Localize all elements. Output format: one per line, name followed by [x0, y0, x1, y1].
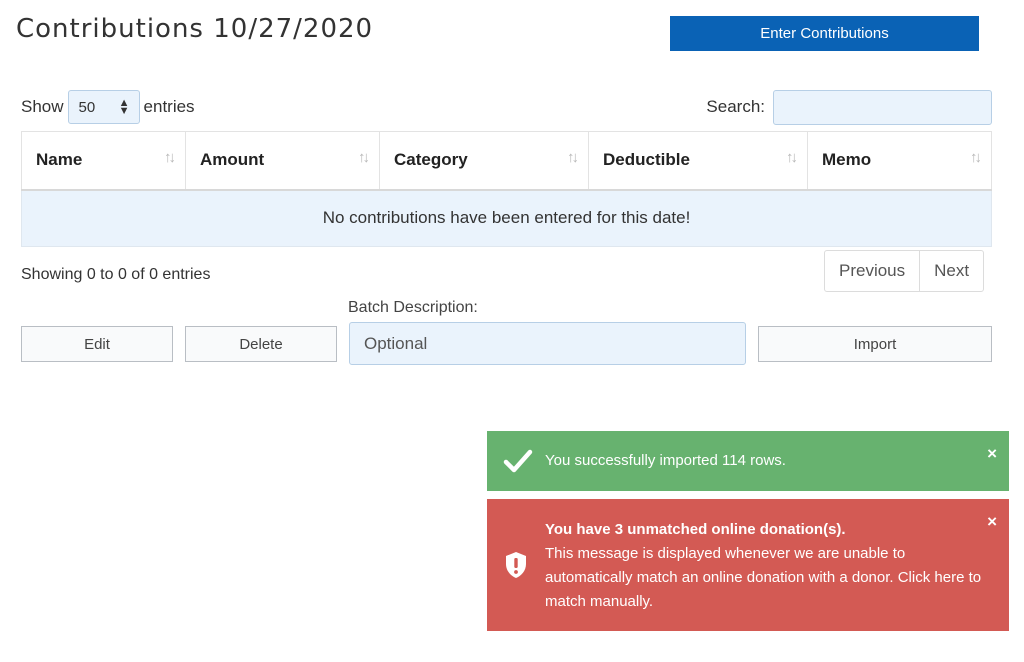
check-icon [503, 449, 533, 473]
column-label: Memo [822, 150, 872, 170]
enter-contributions-button[interactable]: Enter Contributions [670, 16, 979, 51]
alert-message: This message is displayed whenever we ar… [545, 545, 982, 610]
column-header-amount[interactable]: Amount ↑↓ [185, 131, 380, 191]
import-button[interactable]: Import [758, 326, 992, 362]
table-info: Showing 0 to 0 of 0 entries [21, 266, 211, 283]
contributions-table: Name ↑↓ Amount ↑↓ Category ↑↓ Deductible… [21, 131, 992, 247]
close-icon[interactable]: × [987, 512, 997, 532]
entries-label: entries [143, 97, 195, 116]
batch-description-label: Batch Description: [348, 299, 478, 316]
sort-icon: ↑↓ [970, 149, 982, 166]
sort-icon: ↑↓ [164, 149, 176, 166]
page-length-control: Show 50 ▲ ▼ entries [21, 89, 195, 125]
sort-icon: ↑↓ [358, 149, 370, 166]
close-icon[interactable]: × [987, 444, 997, 464]
page-length-select[interactable]: 50 ▲ ▼ [67, 90, 140, 124]
column-label: Amount [200, 150, 265, 170]
previous-page-button[interactable]: Previous [825, 251, 919, 291]
search-input[interactable] [773, 89, 992, 125]
column-label: Name [36, 150, 83, 170]
success-message: You successfully imported 114 rows. [545, 452, 786, 469]
column-header-name[interactable]: Name ↑↓ [21, 131, 186, 191]
delete-button[interactable]: Delete [185, 326, 337, 362]
shield-alert-icon [506, 552, 526, 578]
edit-button[interactable]: Edit [21, 326, 173, 362]
success-alert: You successfully imported 114 rows. × [487, 431, 1009, 491]
page-length-value: 50 [78, 98, 96, 116]
column-label: Deductible [603, 150, 690, 170]
search-label: Search: [706, 97, 765, 116]
select-arrows-icon: ▲ ▼ [118, 97, 130, 117]
alert-title: You have 3 unmatched online donation(s). [545, 521, 846, 538]
sort-icon: ↑↓ [786, 149, 798, 166]
search-control: Search: [706, 89, 992, 125]
pagination: Previous Next [824, 250, 985, 292]
empty-table-message: No contributions have been entered for t… [21, 189, 992, 247]
unmatched-donations-alert[interactable]: You have 3 unmatched online donation(s).… [487, 499, 1009, 631]
page-title: Contributions 10/27/2020 [16, 14, 374, 44]
table-header-row: Name ↑↓ Amount ↑↓ Category ↑↓ Deductible… [21, 131, 992, 191]
column-header-category[interactable]: Category ↑↓ [379, 131, 589, 191]
table-row: No contributions have been entered for t… [21, 189, 992, 247]
show-label: Show [21, 97, 64, 116]
sort-icon: ↑↓ [567, 149, 579, 166]
column-label: Category [394, 150, 468, 170]
alert-text: You have 3 unmatched online donation(s).… [545, 518, 995, 614]
column-header-deductible[interactable]: Deductible ↑↓ [588, 131, 808, 191]
column-header-memo[interactable]: Memo ↑↓ [807, 131, 992, 191]
batch-description-input[interactable]: Optional [349, 322, 746, 365]
next-page-button[interactable]: Next [919, 251, 983, 291]
